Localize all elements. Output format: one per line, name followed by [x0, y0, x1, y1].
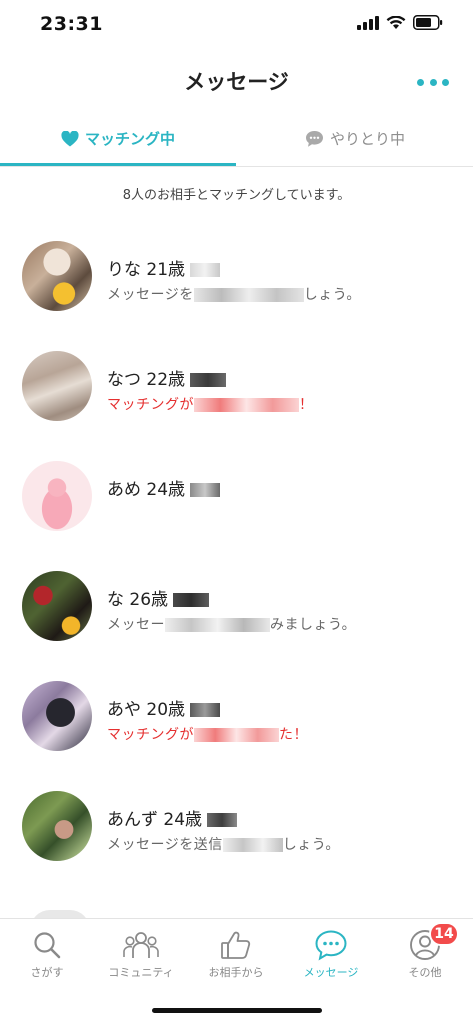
match-list-item[interactable]: な 26歳 メッセー みましょう。 [0, 552, 473, 662]
active-tab-indicator [0, 163, 236, 166]
message-preview: マッチングが！ [107, 397, 314, 413]
avatar [22, 461, 92, 531]
tab-matching-label: マッチング中 [84, 130, 175, 148]
avatar [22, 681, 92, 751]
page-title: メッセージ [184, 70, 289, 94]
match-list-item[interactable]: あんず 24歳 メッセージを送信 しょう。 [0, 772, 473, 882]
match-list-item[interactable]: なつ 22歳 マッチングが！ [0, 332, 473, 442]
message-preview: マッチングが た！ [107, 727, 308, 743]
message-preview: メッセージを送信 しょう。 [107, 837, 340, 853]
nav-community[interactable]: コミュニティ [94, 919, 188, 993]
nav-community-label: コミュニティ [108, 966, 174, 979]
redacted-text [193, 288, 304, 302]
match-name: な 26歳 [107, 585, 210, 610]
status-bar: 23:31 [0, 0, 473, 48]
redacted-text [207, 813, 238, 827]
avatar [22, 351, 92, 421]
notification-badge: 14 [429, 922, 459, 946]
bottom-navigation: さがす コミュニティ お相手から メッセージ 14 その他 [0, 918, 473, 993]
match-name: あんず 24歳 [107, 805, 238, 830]
heart-icon [61, 130, 79, 146]
avatar [22, 791, 92, 861]
nav-likes-label: お相手から [208, 966, 264, 979]
more-dot-icon [442, 78, 449, 86]
community-icon [123, 932, 159, 958]
tab-chatting-label: やりとり中 [329, 130, 405, 148]
match-name: あめ 24歳 [107, 475, 221, 500]
redacted-text [190, 703, 221, 717]
status-icons [357, 15, 443, 30]
avatar [22, 241, 92, 311]
nav-other[interactable]: 14 その他 [378, 919, 472, 993]
match-count-summary: 8人のお相手とマッチングしています。 [122, 188, 351, 203]
thumbs-up-icon [221, 931, 251, 959]
redacted-text [190, 263, 221, 277]
redacted-text [190, 373, 227, 387]
nav-likes[interactable]: お相手から [189, 919, 283, 993]
nav-messages[interactable]: メッセージ [284, 919, 378, 993]
match-name: りな 21歳 [107, 255, 221, 280]
message-tabs: マッチング中 やりとり中 [0, 112, 473, 167]
status-time: 23:31 [40, 13, 103, 35]
match-list-item[interactable]: あや 20歳 マッチングが た！ [0, 662, 473, 772]
tab-matching[interactable]: マッチング中 [0, 112, 236, 166]
more-options-button[interactable] [417, 70, 449, 94]
match-list-item[interactable]: あめ 24歳 [0, 442, 473, 552]
redacted-text [165, 618, 270, 632]
match-list-item[interactable]: りな 21歳 メッセージを しょう。 [0, 222, 473, 332]
wifi-icon [386, 15, 406, 29]
redacted-text [173, 593, 210, 607]
message-preview: メッセージを しょう。 [107, 287, 361, 303]
match-name: なつ 22歳 [107, 365, 227, 390]
battery-icon [413, 15, 443, 30]
message-preview: メッセー みましょう。 [107, 617, 357, 633]
nav-messages-label: メッセージ [303, 966, 359, 979]
more-dot-icon [429, 78, 437, 86]
avatar [22, 571, 92, 641]
home-indicator [152, 1008, 322, 1013]
match-name: あや 20歳 [107, 695, 221, 720]
match-list: りな 21歳 メッセージを しょう。 なつ 22歳 マッチングが！ あめ 24歳 … [0, 222, 473, 882]
redacted-text [194, 728, 279, 742]
message-icon [315, 930, 347, 961]
speech-bubble-icon [305, 130, 323, 147]
tab-chatting[interactable]: やりとり中 [237, 112, 473, 165]
search-icon [34, 932, 61, 959]
redacted-text [190, 483, 221, 497]
redacted-text [194, 398, 299, 412]
more-dot-icon [417, 78, 424, 86]
nav-other-label: その他 [408, 966, 442, 979]
nav-search[interactable]: さがす [0, 919, 94, 993]
redacted-text [222, 838, 283, 852]
nav-search-label: さがす [30, 966, 64, 979]
cellular-signal-icon [357, 15, 379, 30]
header: メッセージ [0, 56, 473, 108]
